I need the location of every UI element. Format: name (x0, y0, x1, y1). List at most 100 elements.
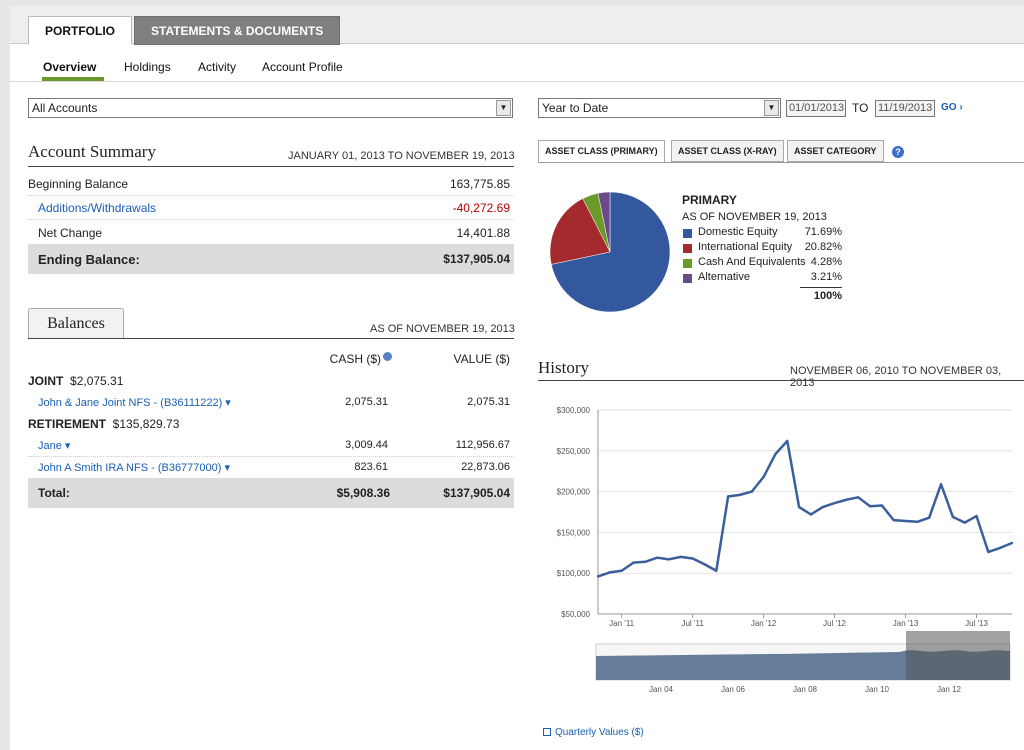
navigator-selection-handle[interactable] (906, 631, 1010, 680)
data-point[interactable] (655, 556, 659, 559)
account-summary-range: JANUARY 01, 2013 TO NOVEMBER 19, 2013 (288, 150, 515, 162)
data-point[interactable] (703, 563, 706, 566)
x-tick-label: Jul '11 (681, 619, 704, 628)
navigator-tick-label: Jan 04 (649, 685, 674, 694)
period-select-value: Year to Date (542, 101, 609, 115)
quarterly-values-toggle[interactable]: Quarterly Values ($) (543, 727, 644, 738)
data-point[interactable] (857, 496, 860, 499)
ending-balance-value: $137,905.04 (443, 252, 510, 266)
data-point[interactable] (951, 515, 955, 519)
data-point[interactable] (998, 546, 1002, 550)
account-link[interactable]: John & Jane Joint NFS - (B36111222) ▾ (38, 396, 231, 409)
data-point[interactable] (797, 505, 801, 509)
group-total: $2,075.31 (70, 374, 124, 388)
data-point[interactable] (596, 575, 600, 578)
data-point[interactable] (786, 439, 789, 443)
navigator-tick-label: Jan 06 (721, 685, 746, 694)
chevron-down-icon[interactable]: ▼ (496, 100, 511, 116)
subnav-activity[interactable]: Activity (198, 60, 236, 74)
data-point[interactable] (632, 561, 635, 564)
history-line-chart: $300,000 $250,000 $200,000 $150,000 $100,000… (557, 406, 1014, 694)
group-retirement: RETIREMENT $135,829.73 (28, 417, 179, 431)
tab-statements-documents[interactable]: STATEMENTS & DOCUMENTS (134, 16, 341, 45)
data-point[interactable] (774, 452, 777, 456)
go-button[interactable]: GO › (941, 102, 963, 113)
data-point[interactable] (928, 516, 931, 519)
data-point[interactable] (833, 501, 836, 505)
data-point[interactable] (939, 483, 943, 486)
subnav-overview[interactable]: Overview (43, 60, 96, 74)
data-point[interactable] (726, 495, 730, 498)
account-link[interactable]: John A Smith IRA NFS - (B36777000) ▾ (38, 461, 230, 474)
tab-asset-category[interactable]: ASSET CATEGORY (787, 140, 884, 162)
chevron-down-icon[interactable]: ▼ (764, 100, 779, 116)
cash-column-header: CASH ($) (300, 352, 392, 366)
history-series-line[interactable] (597, 439, 1013, 578)
data-point[interactable] (809, 513, 813, 516)
x-tick-label: Jan '12 (751, 619, 777, 628)
navigator-tick-label: Jan 08 (793, 685, 818, 694)
data-point[interactable] (608, 571, 612, 574)
ending-balance-label: Ending Balance: (38, 252, 140, 267)
tab-asset-class-primary[interactable]: ASSET CLASS (PRIMARY) (538, 140, 665, 163)
data-point[interactable] (987, 550, 990, 554)
x-tick-label: Jul '12 (823, 619, 846, 628)
y-tick-label: $250,000 (557, 447, 591, 456)
legend-swatch (683, 274, 692, 283)
period-select[interactable]: Year to Date ▼ (538, 98, 781, 118)
account-cash: 2,075.31 (345, 396, 388, 408)
data-point[interactable] (975, 514, 978, 518)
data-point[interactable] (880, 504, 884, 507)
data-point[interactable] (691, 557, 694, 560)
tab-asset-class-xray[interactable]: ASSET CLASS (X-RAY) (671, 140, 784, 162)
account-link[interactable]: Jane ▾ (38, 439, 70, 452)
y-tick-label: $100,000 (557, 569, 591, 578)
history-title: History (538, 358, 589, 377)
data-point[interactable] (1010, 541, 1014, 545)
subnav-account-profile[interactable]: Account Profile (262, 60, 343, 74)
sub-navigation: Overview Holdings Activity Account Profi… (10, 44, 1024, 82)
data-point[interactable] (679, 555, 682, 559)
legend-percent: 20.82% (804, 241, 842, 253)
balances-tab[interactable]: Balances (28, 308, 124, 338)
legend-label: International Equity (698, 241, 793, 253)
legend-swatch (683, 244, 692, 253)
beginning-balance-value: 163,775.85 (449, 177, 510, 191)
group-name: RETIREMENT (28, 417, 106, 431)
data-point[interactable] (892, 518, 895, 522)
tab-portfolio[interactable]: PORTFOLIO (28, 16, 132, 45)
allocation-pie-chart (549, 191, 671, 313)
from-date-input[interactable]: 01/01/2013 (786, 100, 846, 117)
group-joint: JOINT $2,075.31 (28, 374, 123, 388)
data-point[interactable] (620, 569, 623, 572)
subnav-holdings[interactable]: Holdings (124, 60, 171, 74)
y-tick-label: $200,000 (557, 488, 591, 497)
legend-label: Domestic Equity (698, 226, 778, 238)
data-point[interactable] (845, 498, 848, 501)
info-icon[interactable] (383, 352, 392, 361)
account-cash: 823.61 (354, 461, 388, 473)
accounts-select-value: All Accounts (32, 101, 98, 115)
data-point[interactable] (644, 560, 647, 563)
data-point[interactable] (750, 490, 753, 493)
data-point[interactable] (821, 505, 824, 509)
total-cash: $5,908.36 (336, 486, 390, 500)
x-tick-label: Jan '13 (893, 619, 919, 628)
data-point[interactable] (904, 519, 907, 523)
data-point[interactable] (916, 520, 919, 523)
data-point[interactable] (715, 569, 718, 572)
account-cash: 3,009.44 (345, 439, 388, 451)
data-point[interactable] (868, 505, 872, 508)
accounts-select[interactable]: All Accounts ▼ (28, 98, 513, 118)
additions-withdrawals-link[interactable]: Additions/Withdrawals (38, 201, 156, 215)
data-point[interactable] (963, 521, 966, 524)
to-date-input[interactable]: 11/19/2013 (875, 100, 935, 117)
help-icon[interactable]: ? (892, 146, 904, 158)
data-point[interactable] (762, 475, 765, 479)
data-point[interactable] (738, 493, 742, 497)
expand-icon (543, 728, 551, 736)
top-tab-bar: PORTFOLIO STATEMENTS & DOCUMENTS (10, 6, 1024, 45)
data-point[interactable] (667, 558, 671, 561)
net-change-value: 14,401.88 (456, 226, 510, 240)
divider (538, 162, 1024, 163)
